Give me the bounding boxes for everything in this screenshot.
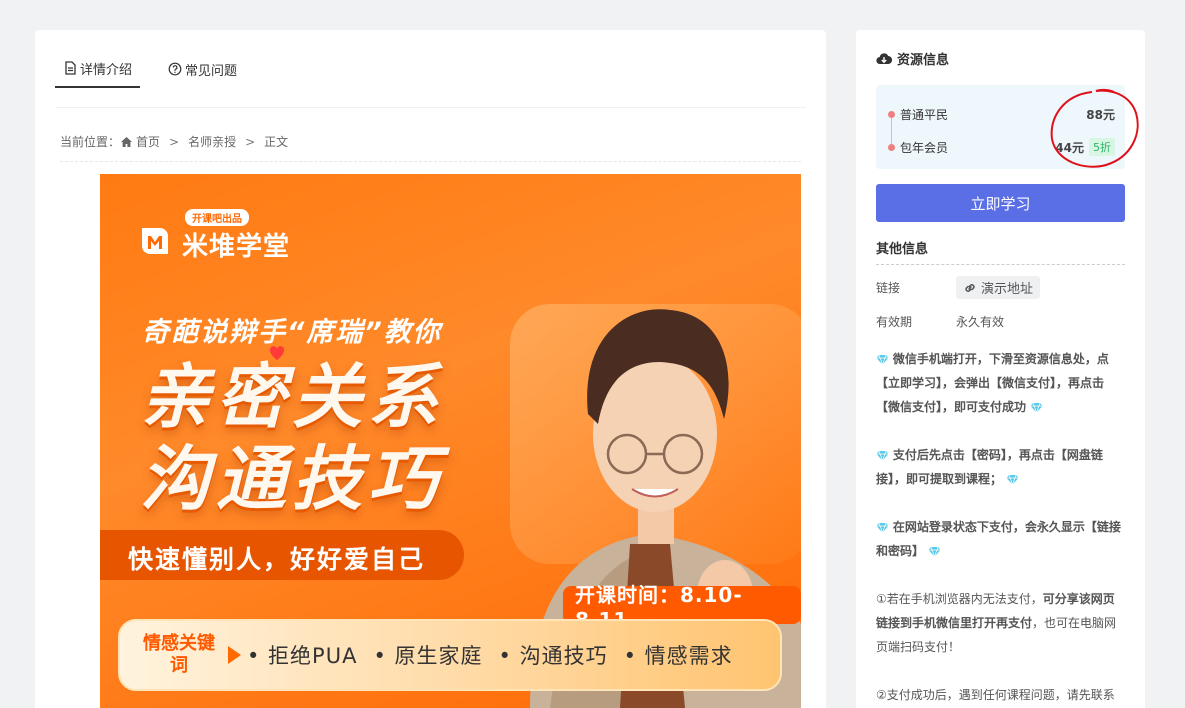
question-circle-icon [168, 62, 182, 76]
validity-label: 有效期 [876, 315, 913, 329]
note-text: ②支付成功后，遇到任何课程问题，请先联系 [876, 688, 1115, 702]
banner-title-line2: 沟通技巧 [140, 438, 444, 520]
banner-topline: 奇葩说辩手“席瑞”教你 [142, 317, 442, 348]
tab-bar: 详情介绍 常见问题 [55, 50, 806, 108]
tab-details[interactable]: 详情介绍 [55, 50, 141, 88]
diamond-icon [876, 354, 889, 365]
keyword-bar: 情感关键词 • 拒绝PUA • 原生家庭 • 沟通技巧 • 情感需求 [118, 619, 782, 691]
breadcrumb-prefix: 当前位置： [60, 135, 121, 149]
note-text: 微信手机端打开，下滑至资源信息处，点【立即学习】，会弹出【微信支付】，再点击【微… [876, 352, 1109, 414]
main-content-card: 详情介绍 常见问题 当前位置： 首页 > 名师亲授 > 正文 开课吧出品 米堆学… [35, 30, 826, 708]
home-icon [120, 136, 133, 148]
price-dot [888, 143, 895, 151]
diamond-icon [1006, 474, 1019, 485]
validity-row: 有效期 永久有效 [876, 313, 1004, 330]
discount-badge: 5折 [1089, 138, 1115, 156]
breadcrumb-divider [60, 161, 801, 162]
keyword-item: • 情感需求 [623, 644, 733, 668]
note-text: 在网站登录状态下支付，会永久显示【链接和密码】 [876, 520, 1121, 558]
keyword-item: • 原生家庭 [373, 644, 483, 668]
demo-link-button[interactable]: 演示地址 [956, 276, 1041, 299]
note-item: ②支付成功后，遇到任何课程问题，请先联系 [876, 683, 1126, 707]
learn-now-button[interactable]: 立即学习 [876, 184, 1125, 222]
breadcrumb: 当前位置： 首页 > 名师亲授 > 正文 [60, 133, 288, 150]
validity-value: 永久有效 [956, 315, 1005, 329]
tab-faq[interactable]: 常见问题 [160, 50, 245, 88]
breadcrumb-category[interactable]: 名师亲授 [188, 133, 236, 150]
diamond-icon [876, 522, 889, 533]
link-label: 链接 [876, 281, 901, 295]
note-item: 在网站登录状态下支付，会永久显示【链接和密码】 [876, 515, 1126, 563]
brand-tag: 开课吧出品 [185, 209, 249, 226]
play-arrow-icon [228, 646, 241, 664]
note-item: ①若在手机浏览器内无法支付，可分享该网页链接到手机微信里打开再支付，也可在电脑网… [876, 587, 1126, 659]
keyword-label: 情感关键词 [143, 633, 215, 676]
price-value: 88元 [1086, 106, 1115, 123]
note-item: 支付后先点击【密码】，再点击【网盘链接】，即可提取到课程； [876, 443, 1126, 491]
keyword-item: • 沟通技巧 [498, 644, 608, 668]
price-row-member: 包年会员 44元 5折 [876, 132, 1125, 162]
price-amount: 44元 [1055, 140, 1084, 155]
diamond-icon [928, 546, 941, 557]
price-row-regular: 普通平民 88元 [876, 99, 1125, 129]
other-info-title: 其他信息 [876, 242, 929, 257]
breadcrumb-current: 正文 [264, 135, 289, 149]
note-text: ①若在手机浏览器内无法支付， [876, 592, 1043, 606]
diamond-icon [876, 450, 889, 461]
banner-subtitle: 快速懂别人，好好爱自己 [128, 545, 426, 574]
price-value: 44元 5折 [1055, 138, 1115, 156]
diamond-icon [1030, 402, 1043, 413]
price-amount: 88元 [1086, 107, 1115, 122]
brand-name: 米堆学堂 [182, 232, 291, 262]
price-tier-name: 普通平民 [900, 107, 949, 122]
note-text: 支付后先点击【密码】，再点击【网盘链接】，即可提取到课程； [876, 448, 1103, 486]
course-banner: 开课吧出品 米堆学堂 奇葩说辩手“席瑞”教你 亲密关系 沟通技巧 快速懂别人，好… [100, 174, 801, 708]
breadcrumb-separator: > [169, 134, 180, 149]
document-icon [63, 61, 77, 75]
banner-title-line1: 亲密关系 [140, 356, 444, 438]
note-item: 微信手机端打开，下滑至资源信息处，点【立即学习】，会弹出【微信支付】，再点击【微… [876, 347, 1126, 419]
breadcrumb-home[interactable]: 首页 [136, 133, 160, 150]
resource-sidebar: 资源信息 普通平民 88元 包年会员 44元 5折 立即学习 其他信息 链接 演… [856, 30, 1145, 708]
tab-faq-label: 常见问题 [185, 63, 238, 79]
resource-title: 资源信息 [876, 49, 949, 68]
cloud-download-icon [876, 52, 897, 66]
demo-link-text: 演示地址 [981, 282, 1034, 297]
tab-details-label: 详情介绍 [80, 62, 133, 78]
payment-notes: 微信手机端打开，下滑至资源信息处，点【立即学习】，会弹出【微信支付】，再点击【微… [876, 347, 1126, 708]
price-dot [888, 110, 895, 118]
link-row: 链接 演示地址 [876, 276, 1041, 299]
other-info-divider [876, 264, 1125, 265]
price-tier-name: 包年会员 [900, 140, 949, 155]
resource-title-label: 资源信息 [897, 53, 950, 68]
price-box: 普通平民 88元 包年会员 44元 5折 [876, 85, 1125, 169]
link-icon [965, 283, 975, 292]
brand-logo-icon [136, 222, 174, 260]
breadcrumb-separator: > [245, 134, 256, 149]
keyword-item: • 拒绝PUA [247, 644, 358, 668]
